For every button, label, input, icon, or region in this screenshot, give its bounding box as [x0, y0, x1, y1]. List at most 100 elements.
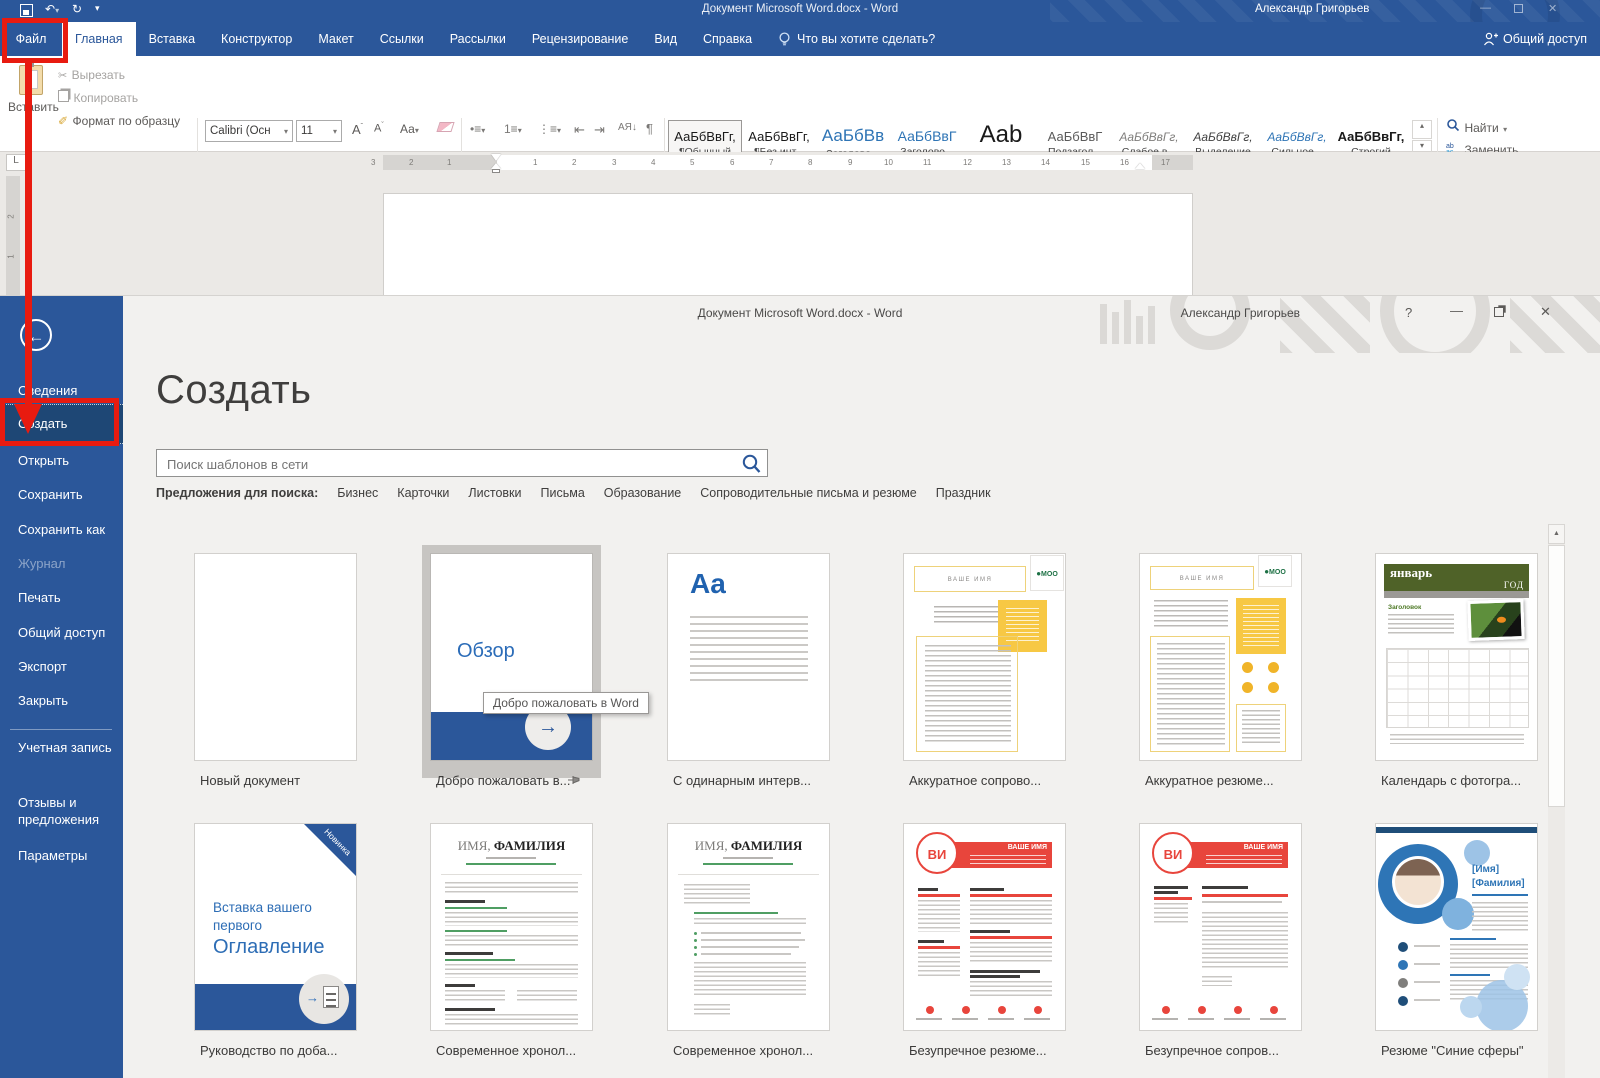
- find-button[interactable]: Найти ▾: [1446, 118, 1507, 137]
- document-page[interactable]: [383, 193, 1193, 295]
- suggestion-letters[interactable]: Письма: [541, 486, 585, 500]
- template-caption: Современное хронол...: [436, 1043, 576, 1058]
- template-neat-resume[interactable]: ВАШЕ ИМЯ ●MOO: [1139, 553, 1302, 761]
- tab-mailings[interactable]: Рассылки: [437, 22, 519, 56]
- sidebar-item-print[interactable]: Печать: [18, 589, 113, 606]
- suggestion-cards[interactable]: Карточки: [397, 486, 449, 500]
- sidebar-item-close[interactable]: Закрыть: [18, 692, 113, 709]
- suggestion-resume[interactable]: Сопроводительные письма и резюме: [700, 486, 916, 500]
- pin-icon[interactable]: [568, 774, 581, 786]
- backstage-decoration: [1090, 296, 1600, 353]
- font-name-combo[interactable]: Calibri (Осн▾: [205, 120, 293, 142]
- template-polished-cover-letter[interactable]: ВАШЕ ИМЯ ВИ: [1139, 823, 1302, 1031]
- search-input[interactable]: [165, 451, 729, 477]
- restore-icon[interactable]: [1514, 4, 1523, 13]
- cut-icon: ✂: [58, 70, 67, 82]
- clear-formatting-icon[interactable]: [436, 122, 454, 132]
- template-toc-guide[interactable]: Новинка Вставка вашего первого Оглавлени…: [194, 823, 357, 1031]
- tab-design[interactable]: Конструктор: [208, 22, 305, 56]
- bullets-button[interactable]: •≡▾: [470, 122, 485, 136]
- styles-scroll-up[interactable]: ▴: [1412, 120, 1432, 139]
- doc-arrow-icon: →: [299, 974, 349, 1024]
- cut-button[interactable]: ✂ Вырезать: [58, 66, 125, 84]
- template-caption: Новый документ: [200, 773, 300, 788]
- template-blue-spheres-resume[interactable]: [Имя] [Фамилия]: [1375, 823, 1538, 1031]
- change-case-button[interactable]: Аа▾: [400, 122, 419, 136]
- template-modern-cover-letter[interactable]: ИМЯ, ФАМИЛИЯ: [667, 823, 830, 1031]
- grow-font-button[interactable]: Аˆ: [352, 122, 363, 137]
- sidebar-item-export[interactable]: Экспорт: [18, 658, 113, 675]
- tab-view[interactable]: Вид: [641, 22, 690, 56]
- tab-insert[interactable]: Вставка: [136, 22, 208, 56]
- share-button[interactable]: Общий доступ: [1470, 22, 1600, 56]
- sidebar-item-account[interactable]: Учетная запись: [18, 739, 113, 756]
- sidebar-item-save[interactable]: Сохранить: [18, 486, 113, 503]
- sidebar-item-feedback[interactable]: Отзывы и предложения: [18, 794, 113, 828]
- template-polished-resume[interactable]: ВАШЕ ИМЯ ВИ: [903, 823, 1066, 1031]
- tell-me-box[interactable]: Что вы хотите сделать?: [765, 22, 948, 56]
- sidebar-item-options[interactable]: Параметры: [18, 847, 113, 864]
- backstage-account-name[interactable]: Александр Григорьев: [1080, 306, 1300, 320]
- search-icon[interactable]: [741, 453, 763, 475]
- tab-layout[interactable]: Макет: [305, 22, 366, 56]
- page-title: Создать: [156, 368, 312, 413]
- suggestion-flyers[interactable]: Листовки: [468, 486, 521, 500]
- template-caption: Современное хронол...: [673, 1043, 813, 1058]
- copy-button[interactable]: Копировать: [58, 89, 138, 107]
- sidebar-item-save-as[interactable]: Сохранить как: [18, 521, 113, 538]
- sort-button[interactable]: АЯ↓: [618, 122, 637, 133]
- copy-icon: [58, 90, 69, 102]
- sidebar-item-share[interactable]: Общий доступ: [18, 624, 113, 641]
- scrollbar[interactable]: ▲: [1548, 524, 1565, 1078]
- search-suggestions: Предложения для поиска: Бизнес Карточки …: [156, 486, 991, 500]
- close-icon[interactable]: ✕: [1548, 2, 1557, 15]
- tab-review[interactable]: Рецензирование: [519, 22, 642, 56]
- shrink-font-button[interactable]: Аˇ: [374, 122, 384, 135]
- font-size-combo[interactable]: 11▾: [296, 120, 342, 142]
- template-neat-cover-letter[interactable]: ВАШЕ ИМЯ ●MOO: [903, 553, 1066, 761]
- scrollbar-up-button[interactable]: ▲: [1548, 524, 1565, 544]
- minimize-icon[interactable]: —: [1480, 2, 1491, 14]
- suggestion-holiday[interactable]: Праздник: [936, 486, 991, 500]
- format-painter-button[interactable]: ✐ Формат по образцу: [58, 112, 180, 130]
- horizontal-ruler[interactable]: 3 2 1 1 2 3 4 5 6 7 8 9 10 11 12 13 14 1…: [383, 155, 1193, 170]
- suggestion-education[interactable]: Образование: [604, 486, 681, 500]
- vertical-ruler[interactable]: 2 1: [6, 176, 20, 295]
- left-indent-marker[interactable]: [492, 169, 500, 173]
- sidebar-item-open[interactable]: Открыть: [18, 452, 113, 469]
- right-indent-marker[interactable]: [1135, 163, 1145, 169]
- increase-indent-button[interactable]: ⇥: [594, 122, 605, 138]
- numbering-button[interactable]: 1≡▾: [504, 122, 522, 136]
- suggestion-business[interactable]: Бизнес: [337, 486, 378, 500]
- pilcrow-button[interactable]: ¶: [646, 121, 653, 136]
- sidebar-item-info[interactable]: Сведения: [18, 382, 113, 399]
- backstage-window-title: Документ Microsoft Word.docx - Word: [0, 306, 1600, 320]
- template-caption: Руководство по доба...: [200, 1043, 338, 1058]
- backstage-minimize-icon[interactable]: —: [1450, 303, 1463, 318]
- tab-home[interactable]: Главная: [62, 22, 136, 56]
- template-caption: Безупречное сопров...: [1145, 1043, 1279, 1058]
- template-welcome-tour[interactable]: Обзор →: [430, 553, 593, 761]
- tab-help[interactable]: Справка: [690, 22, 765, 56]
- backstage-restore-icon[interactable]: [1494, 307, 1504, 317]
- document-area: L 3 2 1 1 2 3 4 5 6 7 8 9 10 11 12 13 14…: [0, 152, 1600, 295]
- initials-circle: ВИ: [1152, 832, 1194, 874]
- template-modern-resume[interactable]: ИМЯ, ФАМИЛИЯ: [430, 823, 593, 1031]
- tab-selector[interactable]: L: [6, 154, 26, 171]
- decrease-indent-button[interactable]: ⇤: [574, 122, 585, 138]
- backstage-close-icon[interactable]: ✕: [1540, 304, 1551, 320]
- annotation-arrow-head: [14, 404, 42, 434]
- scrollbar-thumb[interactable]: [1548, 545, 1565, 807]
- template-caption: Аккуратное сопрово...: [909, 773, 1041, 788]
- suggestions-label: Предложения для поиска:: [156, 486, 318, 500]
- account-name[interactable]: Александр Григорьев: [1255, 3, 1369, 15]
- help-icon[interactable]: ?: [1405, 305, 1412, 320]
- template-photo-calendar[interactable]: январь ГОД Заголовок: [1375, 553, 1538, 761]
- template-blank-document[interactable]: [194, 553, 357, 761]
- multilevel-list-button[interactable]: ⋮≡▾: [538, 122, 561, 136]
- template-caption: Добро пожаловать в...: [436, 773, 571, 788]
- first-line-indent-marker[interactable]: [491, 154, 501, 161]
- photo-avatar: [1395, 859, 1441, 905]
- template-single-spaced[interactable]: Aa: [667, 553, 830, 761]
- tab-references[interactable]: Ссылки: [367, 22, 437, 56]
